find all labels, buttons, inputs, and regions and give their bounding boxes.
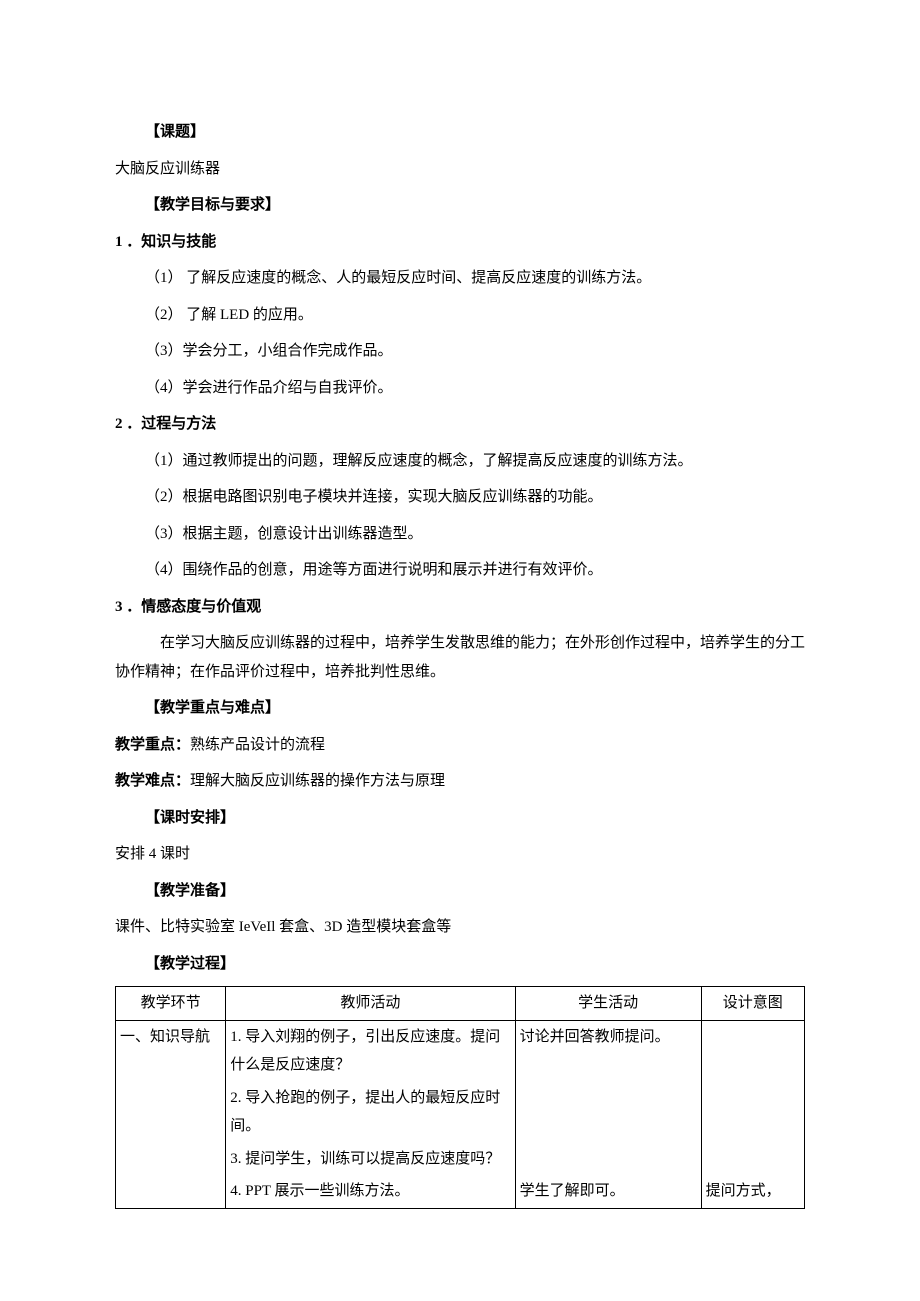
section1-head: 1 ．知识与技能: [115, 228, 805, 257]
th-stage: 教学环节: [116, 987, 226, 1021]
cell-student: 讨论并回答教师提问。: [515, 1020, 701, 1082]
cell-student: 学生了解即可。: [515, 1175, 701, 1208]
cell-student: [515, 1082, 701, 1143]
cell-student: [515, 1143, 701, 1176]
cell-teacher: 3. 提问学生，训练可以提高反应速度吗？: [226, 1143, 515, 1176]
difficulty-line: 教学难点：理解大脑反应训练器的操作方法与原理: [115, 767, 805, 796]
section3-head: 3 ．情感态度与价值观: [115, 593, 805, 622]
section2-item: （4）围绕作品的创意，用途等方面进行说明和展示并进行有效评价。: [115, 556, 805, 585]
cell-intent: 提问方式，: [701, 1175, 804, 1208]
focus-line: 教学重点：熟练产品设计的流程: [115, 731, 805, 760]
focus-label: 教学重点：: [115, 737, 190, 753]
cell-teacher: 1. 导入刘翔的例子，引出反应速度。提问什么是反应速度？: [226, 1020, 515, 1082]
section2-item: （1）通过教师提出的问题，理解反应速度的概念，了解提高反应速度的训练方法。: [115, 447, 805, 476]
cell-teacher: 2. 导入抢跑的例子，提出人的最短反应时间。: [226, 1082, 515, 1143]
table-row: 一、知识导航 1. 导入刘翔的例子，引出反应速度。提问什么是反应速度？ 讨论并回…: [116, 1020, 805, 1082]
heading-key-diff: 【教学重点与难点】: [115, 694, 805, 723]
heading-prep: 【教学准备】: [115, 877, 805, 906]
th-student: 学生活动: [515, 987, 701, 1021]
heading-schedule: 【课时安排】: [115, 804, 805, 833]
difficulty-label: 教学难点：: [115, 773, 190, 789]
section1-item: （3）学会分工，小组合作完成作品。: [115, 337, 805, 366]
section1-item: （4）学会进行作品介绍与自我评价。: [115, 374, 805, 403]
th-intent: 设计意图: [701, 987, 804, 1021]
process-table: 教学环节 教师活动 学生活动 设计意图 一、知识导航 1. 导入刘翔的例子，引出…: [115, 986, 805, 1209]
schedule-text: 安排 4 课时: [115, 840, 805, 869]
cell-teacher: 4. PPT 展示一些训练方法。: [226, 1175, 515, 1208]
subtitle: 大脑反应训练器: [115, 155, 805, 184]
cell-intent: [701, 1020, 804, 1082]
section1-item: （2） 了解 LED 的应用。: [115, 301, 805, 330]
difficulty-text: 理解大脑反应训练器的操作方法与原理: [190, 773, 445, 789]
focus-text: 熟练产品设计的流程: [190, 737, 325, 753]
section2-head: 2 ．过程与方法: [115, 410, 805, 439]
section3-para: 在学习大脑反应训练器的过程中，培养学生发散思维的能力；在外形创作过程中，培养学生…: [115, 629, 805, 686]
table-header-row: 教学环节 教师活动 学生活动 设计意图: [116, 987, 805, 1021]
document-page: 【课题】 大脑反应训练器 【教学目标与要求】 1 ．知识与技能 （1） 了解反应…: [0, 0, 920, 1301]
th-teacher: 教师活动: [226, 987, 515, 1021]
heading-goals: 【教学目标与要求】: [115, 191, 805, 220]
heading-process: 【教学过程】: [115, 950, 805, 979]
section2-item: （2）根据电路图识别电子模块并连接，实现大脑反应训练器的功能。: [115, 483, 805, 512]
prep-text: 课件、比特实验室 IeVeIl 套盒、3D 造型模块套盒等: [115, 913, 805, 942]
section1-item: （1） 了解反应速度的概念、人的最短反应时间、提高反应速度的训练方法。: [115, 264, 805, 293]
cell-intent: [701, 1143, 804, 1176]
section3-para-text: 在学习大脑反应训练器的过程中，培养学生发散思维的能力；在外形创作过程中，培养学生…: [115, 635, 805, 680]
section2-item: （3）根据主题，创意设计出训练器造型。: [115, 520, 805, 549]
cell-stage: 一、知识导航: [116, 1020, 226, 1208]
heading-topic: 【课题】: [115, 118, 805, 147]
cell-intent: [701, 1082, 804, 1143]
